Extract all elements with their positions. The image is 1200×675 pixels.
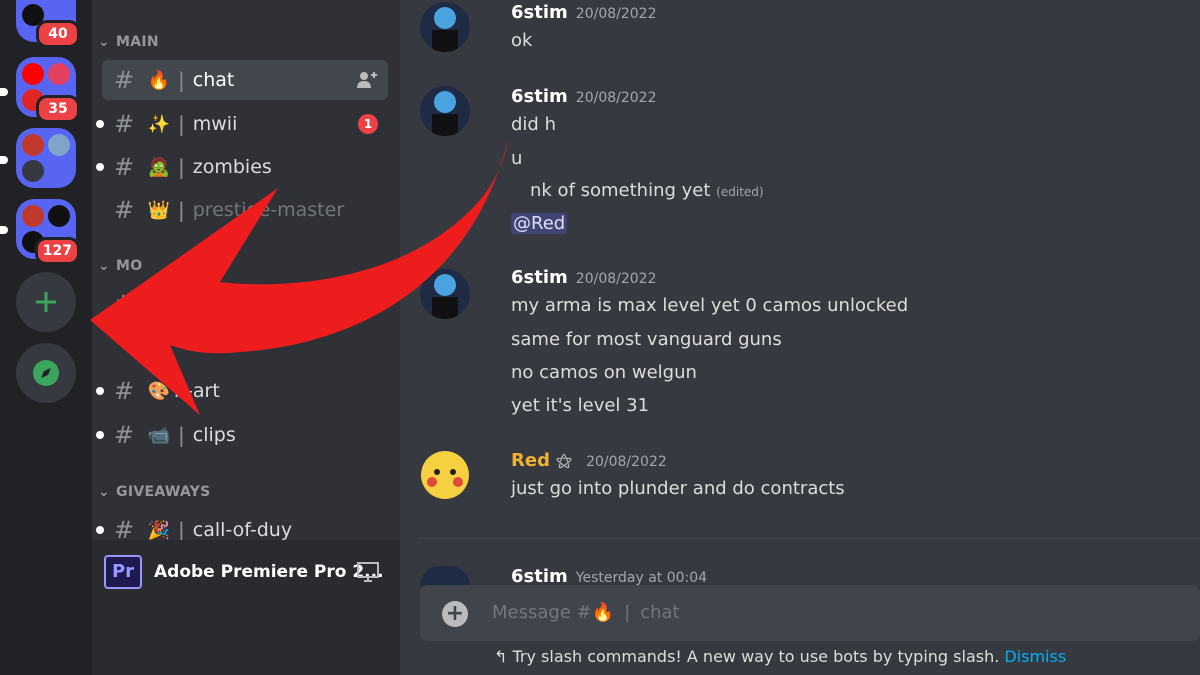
plus-icon xyxy=(36,292,56,312)
avatar[interactable] xyxy=(420,269,470,319)
avatar[interactable] xyxy=(420,86,470,136)
message-text: nk of something yet (edited) xyxy=(530,180,764,201)
avatar[interactable] xyxy=(420,2,470,52)
message-text: did h xyxy=(511,114,556,135)
screen-share-icon[interactable] xyxy=(356,561,380,583)
server-unread-indicator xyxy=(0,88,8,96)
mention-badge: 1 xyxy=(358,114,378,134)
message-author: 6stim Yesterday at 00:04 xyxy=(511,566,708,587)
message-text: same for most vanguard guns xyxy=(511,329,782,350)
hash-icon: # xyxy=(114,153,135,181)
server-unread-indicator xyxy=(0,226,8,234)
user-mention[interactable]: @Red xyxy=(511,213,568,234)
discord-window: 40 35 127 ⌄ MAIN # 🔥 | chat # ✨ | mwii 1… xyxy=(0,0,1200,675)
message-divider xyxy=(418,538,1200,539)
message-author: 6stim 20/08/2022 xyxy=(511,86,657,107)
hash-icon: # xyxy=(114,110,135,138)
dismiss-link[interactable]: Dismiss xyxy=(1004,647,1066,666)
slash-tip-icon: ↰ xyxy=(494,647,508,666)
message-text: my arma is max level yet 0 camos unlocke… xyxy=(511,295,909,316)
premiere-pro-icon: Pr xyxy=(104,555,142,589)
unread-dot xyxy=(96,526,104,534)
message-text: @Red xyxy=(511,213,568,234)
chevron-down-icon: ⌄ xyxy=(98,484,111,500)
message-text: yet it's level 31 xyxy=(511,395,650,416)
message-text: just go into plunder and do contracts xyxy=(511,478,845,499)
unread-dot xyxy=(96,120,104,128)
server-icon-1[interactable]: 40 xyxy=(16,0,80,48)
activity-app-name: Adobe Premiere Pro 2... xyxy=(154,562,384,582)
channel-name: call-of-duy xyxy=(192,519,293,541)
server-icon-3[interactable] xyxy=(16,128,76,188)
add-server-button[interactable] xyxy=(16,272,76,332)
avatar[interactable] xyxy=(420,566,470,586)
message-timestamp: 20/08/2022 xyxy=(586,454,667,470)
channel-zombies[interactable]: # 🧟 | zombies xyxy=(96,147,388,187)
category-mo[interactable]: ⌄ MO xyxy=(98,258,142,274)
message-composer[interactable]: + Message #🔥 | chat xyxy=(420,585,1200,641)
explore-servers-button[interactable] xyxy=(16,343,76,403)
unread-dot xyxy=(96,387,104,395)
attach-plus-icon[interactable]: + xyxy=(442,601,468,627)
category-giveaways[interactable]: ⌄ GIVEAWAYS xyxy=(98,484,211,500)
channel-prestige-master[interactable]: # 👑 | prestige-master xyxy=(102,190,388,230)
channel-name: mwii xyxy=(192,113,238,135)
message-text: u xyxy=(511,148,523,169)
chevron-down-icon: ⌄ xyxy=(98,34,111,50)
channel-name: zombies xyxy=(192,156,272,178)
server-unread-indicator xyxy=(0,156,8,164)
invite-icon[interactable] xyxy=(356,70,378,95)
channel-mwii[interactable]: # ✨ | mwii 1 xyxy=(96,104,388,144)
message-timestamp: 20/08/2022 xyxy=(575,6,657,22)
server-icon-4[interactable]: 127 xyxy=(16,199,80,265)
server-badge: 127 xyxy=(34,237,80,265)
channel-clips[interactable]: # 📹 | clips xyxy=(96,415,388,455)
role-icon: ⚝ xyxy=(556,451,572,470)
message-author: Red ⚝ 20/08/2022 xyxy=(511,450,667,471)
hash-icon: # xyxy=(114,290,135,318)
message-input[interactable]: Message #🔥 | chat xyxy=(492,602,680,623)
channel-name: n-art xyxy=(174,380,220,402)
message-author: 6stim 20/08/2022 xyxy=(511,267,657,288)
compass-icon xyxy=(33,360,59,386)
channel-name: chat xyxy=(192,69,235,91)
avatar[interactable] xyxy=(420,450,470,500)
hash-icon: # xyxy=(114,377,135,405)
message-text: no camos on welgun xyxy=(511,362,697,383)
hash-icon: # xyxy=(114,421,135,449)
server-rail: 40 35 127 xyxy=(0,0,92,675)
user-panel xyxy=(92,604,400,675)
unread-dot xyxy=(96,431,104,439)
message-timestamp: 20/08/2022 xyxy=(575,90,657,106)
activity-status[interactable]: Pr Adobe Premiere Pro 2... xyxy=(92,540,400,604)
server-icon-2[interactable]: 35 xyxy=(16,57,80,123)
server-badge: 40 xyxy=(36,20,80,48)
channel-settings[interactable]: # ings-setu xyxy=(102,284,388,324)
hash-icon: # xyxy=(114,196,135,224)
channel-sidebar: ⌄ MAIN # 🔥 | chat # ✨ | mwii 1 # 🧟 | zom… xyxy=(92,0,400,675)
channel-name: prestige-master xyxy=(192,199,345,221)
hash-icon: # xyxy=(114,66,135,94)
message-author: 6stim 20/08/2022 xyxy=(511,2,657,23)
edited-label: (edited) xyxy=(716,185,764,199)
channel-name: clips xyxy=(192,424,236,446)
channel-name: ings-setu xyxy=(186,293,274,315)
category-main[interactable]: ⌄ MAIN xyxy=(98,34,159,50)
channel-chat[interactable]: # 🔥 | chat xyxy=(102,60,388,100)
message-timestamp: 20/08/2022 xyxy=(575,271,657,287)
channel-fan-art[interactable]: # 🎨 n-art xyxy=(96,371,388,411)
slash-commands-tip: ↰ Try slash commands! A new way to use b… xyxy=(494,647,1067,666)
message-text: ok xyxy=(511,30,533,51)
message-timestamp: Yesterday at 00:04 xyxy=(575,570,708,586)
chat-area: 6stim 20/08/2022 ok 6stim 20/08/2022 did h… xyxy=(400,0,1200,675)
unread-dot xyxy=(96,163,104,171)
server-badge: 35 xyxy=(36,95,80,123)
chevron-down-icon: ⌄ xyxy=(98,258,111,274)
